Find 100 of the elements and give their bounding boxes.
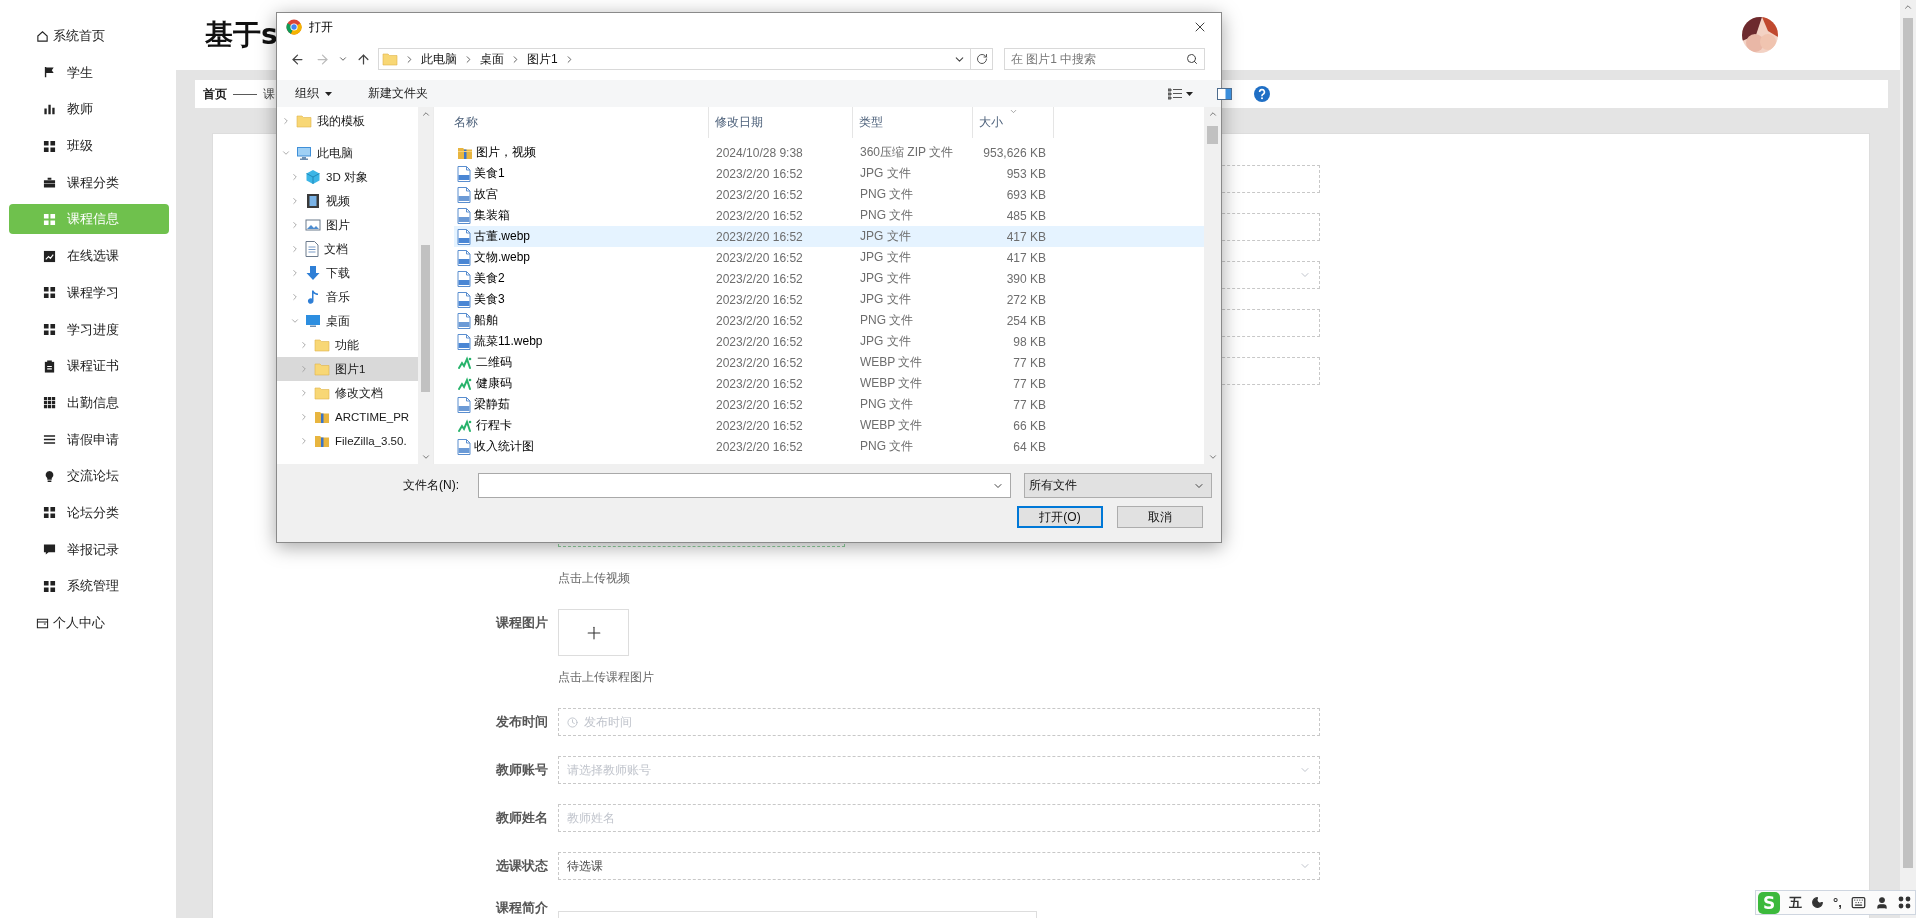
organize-button[interactable]: 组织 xyxy=(287,81,340,106)
field-label: 课程简介 xyxy=(494,900,548,916)
folder-tree-item[interactable]: ARCTIME_PR xyxy=(277,405,418,429)
column-header[interactable]: 名称 xyxy=(434,107,709,138)
refresh-button[interactable] xyxy=(971,48,993,70)
path-segment[interactable]: 桌面 xyxy=(480,50,504,68)
file-row[interactable]: 故宫 2023/2/20 16:52 PNG 文件 693 KB xyxy=(454,184,1204,205)
sidebar-item[interactable]: 出勤信息 xyxy=(9,387,169,418)
file-row[interactable]: 美食2 2023/2/20 16:52 JPG 文件 390 KB xyxy=(454,268,1204,289)
sidebar-item[interactable]: 请假申请 xyxy=(9,424,169,455)
file-row[interactable]: 行程卡 2023/2/20 16:52 WEBP 文件 66 KB xyxy=(454,415,1204,436)
sidebar-item[interactable]: 教师 xyxy=(9,94,169,125)
file-size: 98 KB xyxy=(1012,334,1047,349)
breadcrumb-link[interactable]: 首页 xyxy=(203,85,227,103)
folder-tree-item[interactable]: 图片 xyxy=(277,213,418,237)
folder-tree-item[interactable]: 桌面 xyxy=(277,309,418,333)
folder-tree-item[interactable]: 修改文档 xyxy=(277,381,418,405)
sidebar-item[interactable]: 学习进度 xyxy=(9,314,169,345)
sidebar-item[interactable]: 班级 xyxy=(9,131,169,162)
user-icon[interactable] xyxy=(1874,895,1889,910)
file-row[interactable]: 健康码 2023/2/20 16:52 WEBP 文件 77 KB xyxy=(454,373,1204,394)
image-file-icon xyxy=(457,228,471,245)
new-folder-button[interactable]: 新建文件夹 xyxy=(360,81,436,106)
folder-tree-item[interactable]: 图片1 xyxy=(277,357,418,381)
file-row[interactable]: 梁静茹 2023/2/20 16:52 PNG 文件 77 KB xyxy=(454,394,1204,415)
file-size: 390 KB xyxy=(1005,271,1047,286)
file-row[interactable]: 船舶 2023/2/20 16:52 PNG 文件 254 KB xyxy=(454,310,1204,331)
sidebar-item[interactable]: 课程分类 xyxy=(9,167,169,198)
file-row[interactable]: 古董.webp 2023/2/20 16:52 JPG 文件 417 KB xyxy=(454,226,1204,247)
folder-tree-item[interactable]: 3D 对象 xyxy=(277,165,418,189)
folder-tree-item[interactable]: FileZilla_3.50. xyxy=(277,429,418,453)
file-row[interactable]: 图片，视频 2024/10/28 9:38 360压缩 ZIP 文件 953,626 KB xyxy=(454,142,1204,163)
scrollbar[interactable] xyxy=(1204,107,1221,464)
moon-icon[interactable] xyxy=(1811,896,1824,909)
column-header[interactable]: 修改日期 xyxy=(709,107,853,138)
address-bar[interactable]: 此电脑 桌面 图片1 xyxy=(378,48,971,70)
file-row[interactable]: 收入统计图 2023/2/20 16:52 PNG 文件 64 KB xyxy=(454,436,1204,457)
scroll-up-icon[interactable] xyxy=(1903,2,1913,12)
folder-tree-item[interactable]: 此电脑 xyxy=(277,141,418,165)
sidebar-item[interactable]: 论坛分类 xyxy=(9,497,169,528)
file-size: 254 KB xyxy=(1005,313,1047,328)
image-file-icon xyxy=(457,312,471,329)
grid-icon[interactable] xyxy=(1897,896,1911,909)
path-segment[interactable]: 此电脑 xyxy=(421,50,457,68)
file-type: PNG 文件 xyxy=(859,207,915,224)
sidebar-item[interactable]: 举报记录 xyxy=(9,534,169,565)
ime-punctuation[interactable]: °, xyxy=(1833,895,1842,910)
folder-tree-item[interactable]: 功能 xyxy=(277,333,418,357)
column-header[interactable]: 类型 xyxy=(853,107,973,138)
file-row[interactable]: 蔬菜11.webp 2023/2/20 16:52 JPG 文件 98 KB xyxy=(454,331,1204,352)
scroll-down-icon[interactable] xyxy=(1207,452,1218,462)
scroll-thumb[interactable] xyxy=(1903,18,1913,868)
sidebar-item[interactable]: 系统管理 xyxy=(9,571,169,602)
file-row[interactable]: 美食1 2023/2/20 16:52 JPG 文件 953 KB xyxy=(454,163,1204,184)
keyboard-icon[interactable] xyxy=(1850,895,1866,910)
file-row[interactable]: 二维码 2023/2/20 16:52 WEBP 文件 77 KB xyxy=(454,352,1204,373)
monitor-icon xyxy=(305,313,321,329)
sidebar-item[interactable]: 课程证书 xyxy=(9,351,169,382)
folder-tree-item[interactable]: 视频 xyxy=(277,189,418,213)
scrollbar[interactable] xyxy=(418,107,433,464)
sidebar-item[interactable]: 课程学习 xyxy=(9,277,169,308)
file-row[interactable]: 美食3 2023/2/20 16:52 JPG 文件 272 KB xyxy=(454,289,1204,310)
image-upload-button[interactable] xyxy=(558,609,629,656)
scrollbar[interactable] xyxy=(1900,0,1916,918)
folder-tree-item[interactable]: 文档 xyxy=(277,237,418,261)
folder-tree-item[interactable]: 音乐 xyxy=(277,285,418,309)
upload-hint: 点击上传课程图片 xyxy=(558,669,655,685)
scroll-up-icon[interactable] xyxy=(1207,109,1218,119)
breadcrumb-separator: —— xyxy=(233,87,257,101)
column-header[interactable]: 大小 xyxy=(973,107,1054,138)
search-field[interactable]: 在 图片1 中搜索 xyxy=(1004,48,1205,70)
sidebar-item[interactable]: 交流论坛 xyxy=(9,461,169,492)
open-button[interactable]: 打开(O) xyxy=(1017,506,1103,528)
folder-tree-item[interactable]: 我的模板 xyxy=(277,109,418,133)
sidebar-item[interactable]: 学生 xyxy=(9,57,169,88)
scroll-up-icon[interactable] xyxy=(420,109,431,119)
file-date: 2023/2/20 16:52 xyxy=(715,229,804,244)
file-row[interactable]: 文物.webp 2023/2/20 16:52 JPG 文件 417 KB xyxy=(454,247,1204,268)
avatar[interactable] xyxy=(1742,17,1778,53)
path-segment[interactable]: 图片1 xyxy=(527,50,558,68)
file-row[interactable]: 集装箱 2023/2/20 16:52 PNG 文件 485 KB xyxy=(454,205,1204,226)
folder-tree-item[interactable]: 下载 xyxy=(277,261,418,285)
file-type: JPG 文件 xyxy=(859,270,912,287)
sidebar-item[interactable]: 在线选课 xyxy=(9,241,169,272)
file-type: JPG 文件 xyxy=(859,333,912,350)
file-type: WEBP 文件 xyxy=(859,417,924,434)
image-file-icon xyxy=(457,249,471,266)
home-icon xyxy=(36,29,49,43)
scroll-thumb[interactable] xyxy=(421,245,430,392)
sidebar-item[interactable]: 系统首页 xyxy=(9,21,169,51)
file-type-select[interactable]: 所有文件 xyxy=(1024,473,1212,498)
ime-mode[interactable]: 五 xyxy=(1789,893,1802,912)
field-label: 教师姓名 xyxy=(495,809,548,827)
select-field[interactable]: 待选课 xyxy=(558,852,1320,880)
scroll-down-icon[interactable] xyxy=(420,452,431,462)
file-name: 蔬菜11.webp xyxy=(474,333,543,350)
cancel-button[interactable]: 取消 xyxy=(1117,506,1203,528)
file-name-field[interactable] xyxy=(478,473,1011,498)
sidebar-item[interactable]: 个人中心 xyxy=(9,608,169,638)
scroll-thumb[interactable] xyxy=(1207,126,1218,144)
